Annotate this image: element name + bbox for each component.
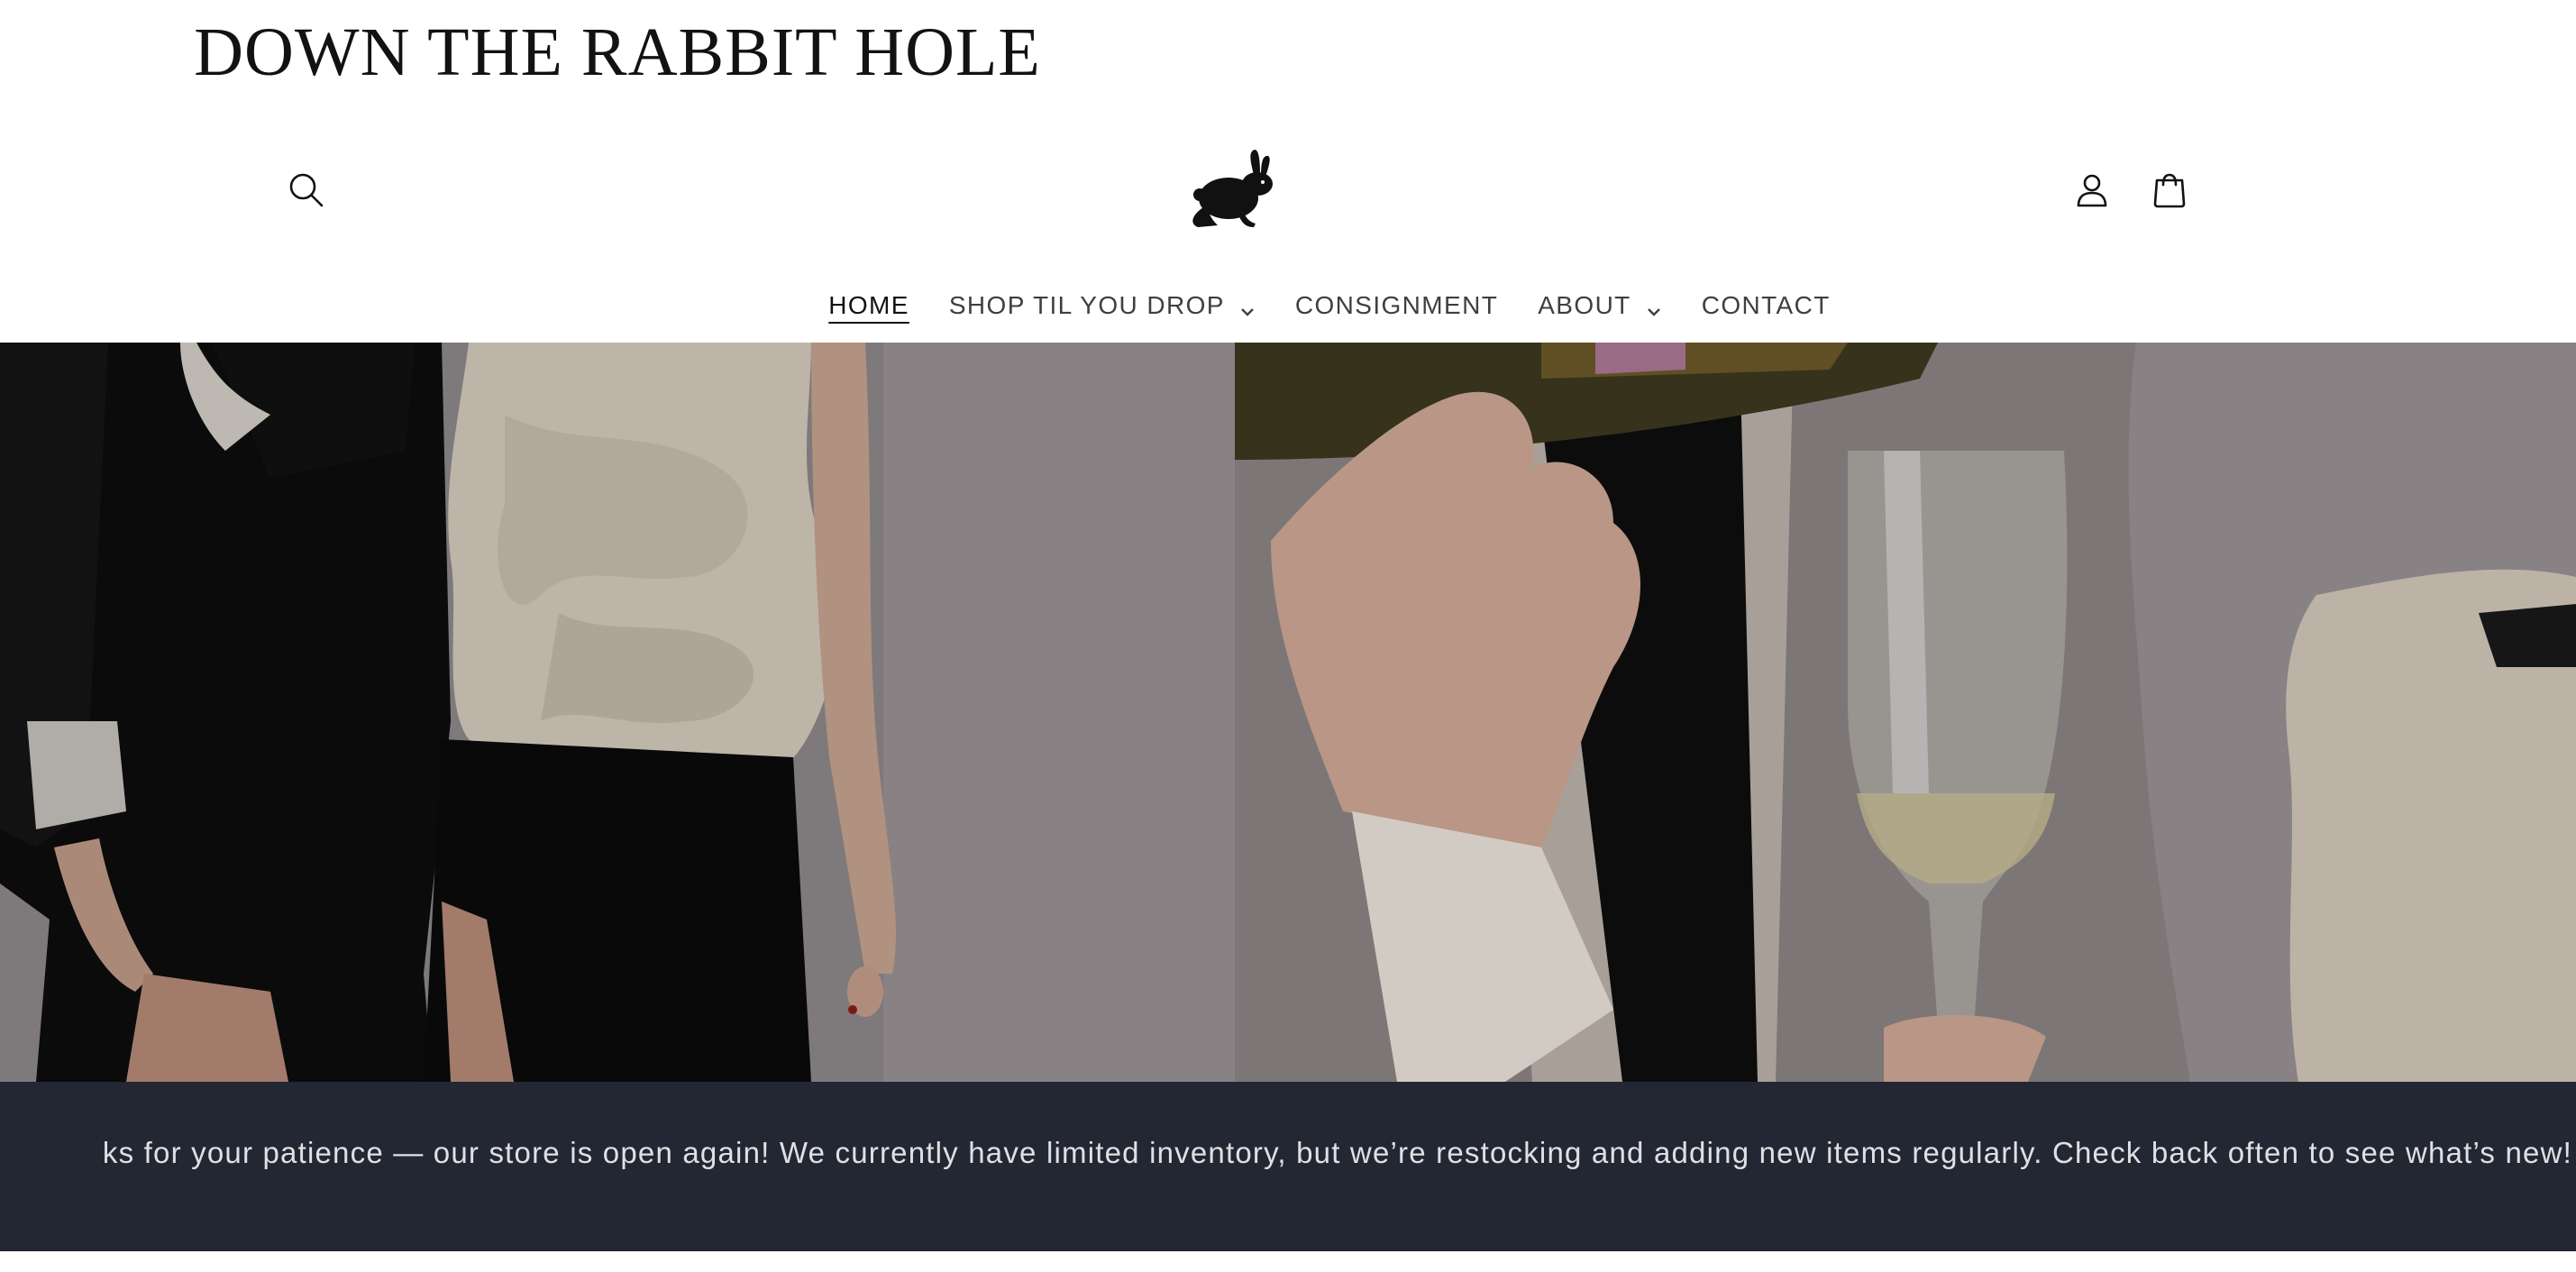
nav-item-consignment[interactable]: CONSIGNMENT	[1275, 291, 1518, 320]
account-icon	[2077, 174, 2107, 207]
site-title[interactable]: DOWN THE RABBIT HOLE	[0, 7, 1235, 97]
hero-image-fashion-models	[0, 343, 1235, 1082]
cart-button[interactable]	[2140, 160, 2199, 220]
nav-item-label: CONSIGNMENT	[1294, 291, 1499, 319]
account-button[interactable]	[2062, 160, 2122, 220]
hero-image-champagne-pour	[1235, 343, 2576, 1082]
nav-item-home[interactable]: HOME	[808, 291, 929, 320]
search-button[interactable]	[277, 160, 336, 220]
shopping-bag-icon	[2153, 173, 2186, 208]
hero-banner	[0, 343, 2576, 1082]
chevron-down-icon	[1239, 297, 1256, 316]
rabbit-logo[interactable]	[1185, 144, 1284, 234]
main-navigation: HOME SHOP TIL YOU DROP CONSIGNMENT ABOUT…	[0, 279, 2576, 332]
nav-item-label: HOME	[828, 291, 909, 319]
nav-item-shop-til-you-drop[interactable]: SHOP TIL YOU DROP	[929, 291, 1275, 320]
rabbit-logo-icon	[1192, 150, 1273, 227]
nav-item-label: SHOP TIL YOU DROP	[948, 291, 1225, 319]
search-icon	[289, 173, 324, 207]
nav-item-label: CONTACT	[1701, 291, 1831, 319]
announcement-bar: ks for your patience — our store is open…	[0, 1082, 2576, 1251]
nav-item-contact[interactable]: CONTACT	[1682, 291, 1850, 320]
announcement-text: ks for your patience — our store is open…	[102, 1136, 2572, 1169]
site-header	[0, 135, 2576, 243]
nav-item-label: ABOUT	[1538, 291, 1631, 319]
chevron-down-icon	[1646, 297, 1662, 316]
nav-item-about[interactable]: ABOUT	[1518, 291, 1681, 320]
